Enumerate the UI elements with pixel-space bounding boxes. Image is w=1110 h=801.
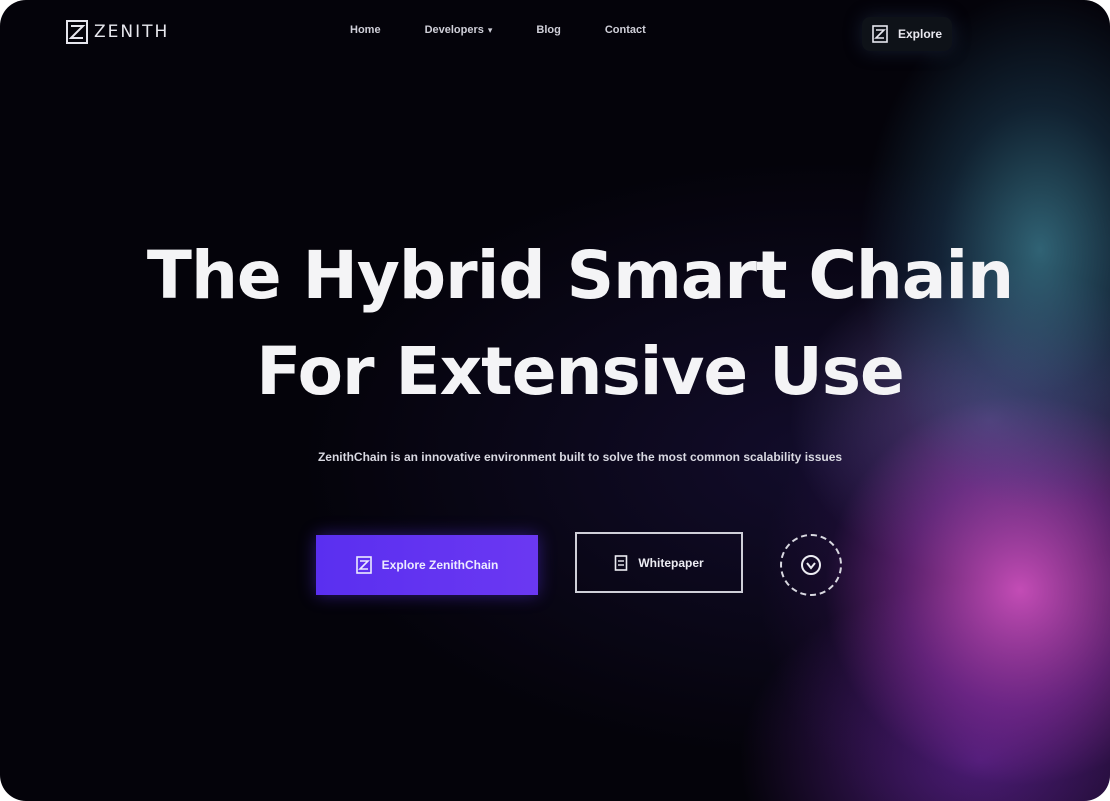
play-video-button[interactable] (780, 534, 842, 596)
play-icon (801, 555, 821, 575)
zenith-logo-icon (872, 25, 888, 43)
page-frame: ZENITH Home Developers ▾ Blog Contact Exp… (0, 0, 1110, 801)
top-nav: ZENITH Home Developers ▾ Blog Contact Exp… (0, 0, 1110, 68)
hero-title: The Hybrid Smart Chain For Extensive Use (0, 228, 1110, 420)
nav-link-blog[interactable]: Blog (536, 24, 560, 36)
hero-title-line-1: The Hybrid Smart Chain (146, 237, 1014, 314)
zenith-logo-icon (355, 556, 372, 574)
nav-links: Home Developers ▾ Blog Contact (350, 24, 690, 36)
document-icon (615, 554, 628, 571)
hero-title-line-2: For Extensive Use (256, 333, 905, 410)
nav-link-home[interactable]: Home (350, 24, 381, 36)
nav-link-developers-label: Developers (424, 24, 484, 36)
zenith-logo-icon (66, 20, 88, 44)
explore-button-label: Explore (897, 27, 942, 41)
nav-link-developers[interactable]: Developers ▾ (425, 24, 493, 36)
explore-button[interactable]: Explore (862, 17, 952, 51)
whitepaper-button[interactable]: Whitepaper (575, 532, 743, 593)
whitepaper-label: Whitepaper (638, 555, 704, 570)
nav-link-contact[interactable]: Contact (605, 24, 646, 36)
explore-zenithchain-label: Explore ZenithChain (381, 558, 499, 572)
brand-name: ZENITH (94, 22, 170, 42)
hero-subtitle: ZenithChain is an innovative environment… (317, 450, 843, 464)
explore-zenithchain-button[interactable]: Explore ZenithChain (316, 535, 538, 595)
chevron-down-icon: ▾ (487, 25, 493, 35)
brand-logo[interactable]: ZENITH (66, 20, 169, 44)
